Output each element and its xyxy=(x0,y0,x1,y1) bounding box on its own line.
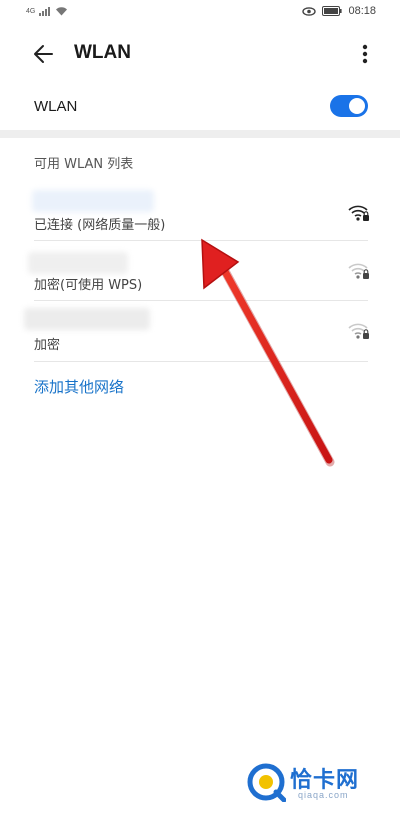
more-vertical-icon xyxy=(362,44,368,64)
network-name-redacted xyxy=(24,308,150,330)
network-name-redacted xyxy=(28,252,128,274)
list-divider xyxy=(34,300,368,301)
status-bar: 4G 08:18 xyxy=(0,0,400,26)
list-divider xyxy=(34,361,368,362)
wlan-toggle-row: WLAN xyxy=(0,88,400,126)
eye-comfort-icon xyxy=(302,6,317,16)
cellular-signal-icon xyxy=(39,6,51,16)
network-status: 加密 xyxy=(34,338,61,353)
wifi-lock-icon xyxy=(348,263,369,279)
list-divider xyxy=(34,240,368,241)
network-item-encrypted[interactable]: 加密 xyxy=(0,306,400,366)
watermark-subtext: qiaqa.com xyxy=(298,790,349,800)
network-name-redacted xyxy=(32,190,154,212)
arrow-left-icon xyxy=(34,45,53,63)
network-item-connected[interactable]: 已连接 (网络质量一般) xyxy=(0,186,400,246)
network-status: 已连接 (网络质量一般) xyxy=(34,218,166,233)
watermark-logo-icon xyxy=(247,763,286,802)
app-bar: WLAN xyxy=(0,34,400,74)
network-status: 加密(可使用 WPS) xyxy=(34,278,143,293)
wlan-toggle-label: WLAN xyxy=(34,98,78,115)
wifi-lock-icon xyxy=(348,205,369,221)
status-left: 4G xyxy=(26,6,68,16)
wifi-status-icon xyxy=(56,7,68,16)
battery-icon xyxy=(322,6,343,16)
back-button[interactable] xyxy=(30,40,58,68)
more-options-button[interactable] xyxy=(358,40,372,68)
page-title: WLAN xyxy=(74,42,131,63)
section-divider xyxy=(0,130,400,138)
status-right: 08:18 xyxy=(302,5,376,17)
switch-knob xyxy=(349,98,365,114)
network-item-wps[interactable]: 加密(可使用 WPS) xyxy=(0,246,400,306)
add-other-network-link[interactable]: 添加其他网络 xyxy=(34,376,124,397)
available-networks-header: 可用 WLAN 列表 xyxy=(34,157,134,172)
watermark: 恰卡网 qiaqa.com xyxy=(246,762,386,804)
wlan-switch[interactable] xyxy=(330,95,368,117)
clock: 08:18 xyxy=(348,5,376,17)
network-type: 4G xyxy=(26,7,36,15)
wifi-lock-icon xyxy=(348,323,369,339)
